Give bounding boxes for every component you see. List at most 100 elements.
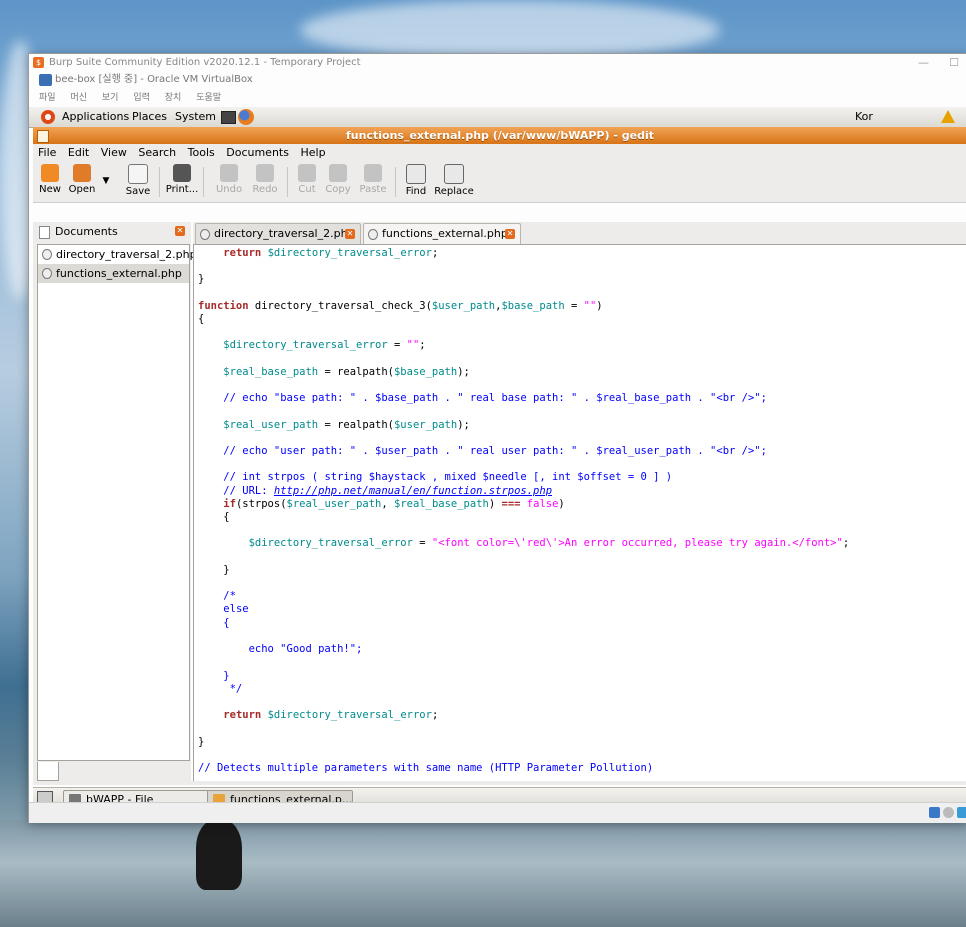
menu-documents[interactable]: Documents [226,146,289,159]
warning-icon[interactable] [941,110,955,123]
find-label: Find [405,186,427,197]
code-token: $user_path [393,418,458,431]
open-button[interactable]: Open [67,164,97,195]
desktop-figure [196,820,242,890]
menu-search[interactable]: Search [138,146,176,159]
scissors-icon [298,164,316,182]
documents-list: directory_traversal_2.php functions_exte… [37,244,197,761]
new-document-icon [41,164,59,182]
redo-label: Redo [252,184,278,195]
code-token: // echo "user path: " . $user_path . " r… [223,445,767,458]
code-token: $directory_traversal_error [267,709,432,722]
menu-tools[interactable]: Tools [188,146,215,159]
menu-edit[interactable]: Edit [68,146,89,159]
replace-label: Replace [434,186,474,197]
burp-title-bar[interactable]: $ Burp Suite Community Edition v2020.12.… [29,54,966,71]
firefox-icon[interactable] [238,109,254,125]
magnifier-icon [406,164,426,184]
save-button[interactable]: Save [123,164,153,197]
burp-window: $ Burp Suite Community Edition v2020.12.… [28,53,966,823]
menu-help[interactable]: Help [300,146,325,159]
gnome-top-panel: Applications Places System Kor [29,107,966,128]
menu-view[interactable]: View [101,146,127,159]
toolbar-separator [395,167,396,197]
burp-title: Burp Suite Community Edition v2020.12.1 … [49,57,361,68]
close-icon[interactable]: ✕ [175,226,185,236]
code-token: $directory_traversal_error [248,537,413,550]
new-button[interactable]: New [37,164,63,195]
find-replace-icon [444,164,464,184]
status-bar [33,781,966,785]
replace-button[interactable]: Replace [433,164,475,197]
code-text[interactable]: return $directory_traversal_error; } fun… [198,247,849,775]
minimize-button[interactable]: — [918,54,929,71]
terminal-icon[interactable] [221,111,236,124]
document-item[interactable]: directory_traversal_2.php [38,245,197,264]
paste-button[interactable]: Paste [357,164,389,195]
tab-directory-traversal-2[interactable]: directory_traversal_2.php ✕ [195,223,361,244]
vbox-menu-help[interactable]: 도움말 [196,93,221,103]
tab-label: functions_external.php [382,227,508,240]
system-menu[interactable]: System [175,107,216,127]
maximize-button[interactable]: ☐ [949,54,959,71]
code-token: false [526,497,559,510]
php-file-icon [200,229,210,240]
code-token: ; [431,247,439,259]
code-token: ; [842,537,850,550]
print-label: Print... [165,184,199,195]
toolbar-separator [287,167,288,197]
vbox-menu-machine[interactable]: 머신 [70,93,87,103]
tab-functions-external[interactable]: functions_external.php ✕ [363,223,521,244]
vbox-menu-file[interactable]: 파일 [39,93,56,103]
code-token: ) [558,497,565,510]
find-button[interactable]: Find [403,164,429,197]
document-item[interactable]: functions_external.php [38,264,189,283]
code-token: echo "Good path!"; [248,643,363,656]
cut-button[interactable]: Cut [295,164,319,195]
redo-button[interactable]: Redo [251,164,279,195]
code-token: $real_base_path [223,365,319,378]
side-pane-tab[interactable] [37,762,59,781]
code-token: $directory_traversal_error [267,247,432,259]
copy-button[interactable]: Copy [323,164,353,195]
vbox-menu-input[interactable]: 입력 [133,93,150,103]
hard-disk-icon[interactable] [929,807,940,818]
gedit-menubar: File Edit View Search Tools Documents He… [33,144,966,162]
vbox-menu-view[interactable]: 보기 [102,93,119,103]
code-token: // Detects multiple parameters with same… [198,761,654,774]
desktop-shore [0,820,966,927]
network-icon[interactable] [957,807,966,818]
ubuntu-logo-icon[interactable] [41,110,55,124]
close-icon[interactable]: ✕ [345,229,355,239]
redo-icon [256,164,274,182]
code-token: http://php.net/manual/en/function.strpos… [273,484,553,497]
code-editor[interactable]: return $directory_traversal_error; } fun… [193,244,966,782]
vbox-menu-devices[interactable]: 장치 [165,93,182,103]
open-folder-icon [73,164,91,182]
code-token: } [198,735,205,748]
close-icon[interactable]: ✕ [505,229,515,239]
gedit-title-bar[interactable]: functions_external.php (/var/www/bWAPP) … [33,127,966,144]
open-recent-dropdown[interactable]: ▼ [101,164,111,186]
gedit-app-icon [37,130,49,143]
undo-button[interactable]: Undo [215,164,243,195]
code-token: $base_path [501,299,565,312]
save-label: Save [125,186,151,197]
code-token: { [198,511,230,524]
code-token: ) [488,497,502,510]
gedit-toolbar: New Open ▼ Save Print... Undo Redo Cut C… [33,162,966,203]
menu-file[interactable]: File [38,146,56,159]
applications-menu[interactable]: Applications [62,107,129,127]
print-button[interactable]: Print... [165,164,199,195]
code-token: = realpath( [318,418,394,431]
keyboard-layout-indicator[interactable]: Kor [855,107,873,127]
places-menu[interactable]: Places [132,107,167,127]
code-token: "" [406,339,420,352]
optical-drive-icon[interactable] [943,807,954,818]
